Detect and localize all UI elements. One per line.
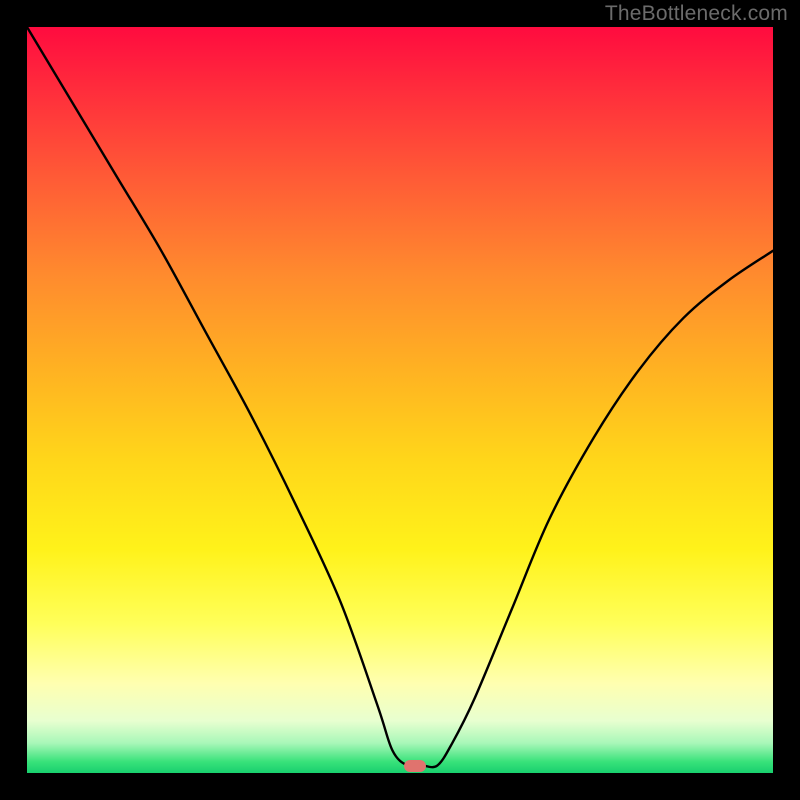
optimal-point-marker (404, 760, 426, 772)
curve-path (27, 27, 773, 767)
plot-area (27, 27, 773, 773)
bottleneck-curve (27, 27, 773, 773)
watermark-text: TheBottleneck.com (605, 2, 788, 26)
chart-frame: TheBottleneck.com (0, 0, 800, 800)
